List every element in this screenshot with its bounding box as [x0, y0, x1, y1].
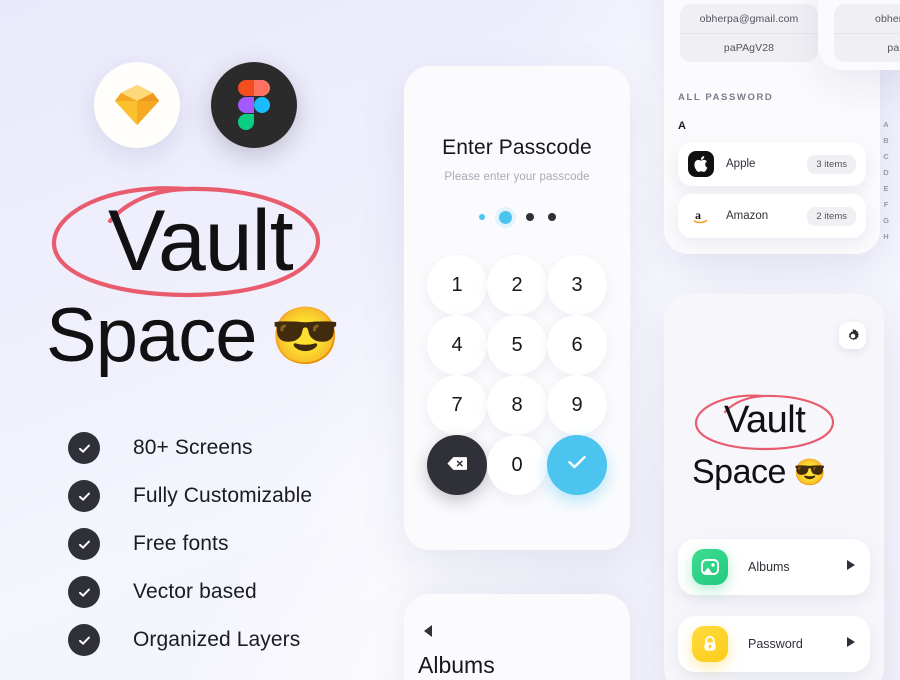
cool-face-emoji-mini: 😎 — [793, 457, 827, 487]
item-count-badge: 2 items — [807, 206, 856, 226]
alpha-index-letter[interactable]: H — [883, 232, 888, 241]
page-subtitle: Please enter your passcode — [444, 171, 590, 183]
check-icon — [566, 453, 588, 477]
keypad-key-0[interactable]: 0 — [487, 435, 547, 495]
alphabet-index[interactable]: A B C D E F G H — [878, 120, 894, 241]
password-list-screen-card-peek: obherpa@g paPAg — [818, 0, 900, 70]
alpha-section-header: A — [678, 120, 686, 132]
credential-box-peek: obherpa@g paPAg — [834, 4, 900, 62]
check-icon — [68, 576, 100, 608]
keypad-key-2[interactable]: 2 — [487, 255, 547, 315]
list-item: Free fonts — [68, 520, 312, 568]
alpha-index-letter[interactable]: F — [884, 200, 889, 209]
credential-box: obherpa@gmail.com paPAgV28 — [680, 4, 818, 62]
alpha-index-letter[interactable]: E — [883, 184, 888, 193]
passcode-dots — [404, 209, 630, 225]
credential-password-peek[interactable]: paPAg — [834, 33, 900, 62]
keypad-key-8[interactable]: 8 — [487, 375, 547, 435]
keypad-delete-button[interactable] — [427, 435, 487, 495]
lock-icon — [692, 626, 728, 662]
keypad-key-6[interactable]: 6 — [547, 315, 607, 375]
list-item: Fully Customizable — [68, 472, 312, 520]
credential-email-peek[interactable]: obherpa@g — [834, 4, 900, 33]
albums-screen-card: Albums — [404, 594, 630, 680]
brand-lockup: Vault Space 😎 — [46, 185, 386, 379]
feature-label: 80+ Screens — [133, 436, 253, 459]
passcode-dot — [547, 213, 556, 221]
list-item: Organized Layers — [68, 616, 312, 664]
passcode-screen-card: Enter Passcode Please enter your passcod… — [404, 66, 630, 550]
nav-item-password[interactable]: Password — [678, 616, 870, 672]
feature-label: Fully Customizable — [133, 484, 313, 507]
brand-line-2: Space — [46, 293, 257, 378]
keypad-key-4[interactable]: 4 — [427, 315, 487, 375]
svg-text:a: a — [695, 208, 701, 222]
list-item-label: Apple — [726, 158, 756, 170]
alpha-index-letter[interactable]: D — [883, 168, 888, 177]
cool-face-emoji: 😎 — [270, 304, 341, 367]
list-item[interactable]: Apple 3 items — [678, 142, 866, 186]
list-item-label: Amazon — [726, 210, 769, 222]
keypad-confirm-button[interactable] — [547, 435, 607, 495]
keypad-key-1[interactable]: 1 — [427, 255, 487, 315]
play-arrow-icon — [846, 558, 856, 576]
nav-item-label: Password — [748, 637, 803, 651]
check-icon — [68, 432, 100, 464]
credential-email[interactable]: obherpa@gmail.com — [680, 4, 818, 33]
alpha-index-letter[interactable]: C — [883, 152, 888, 161]
brand-line-2-mini: Space — [692, 453, 786, 491]
alpha-index-letter[interactable]: A — [883, 120, 888, 129]
passcode-dot — [525, 213, 534, 221]
sketch-logo — [94, 62, 180, 148]
check-icon — [68, 480, 100, 512]
passcode-dot — [478, 214, 485, 220]
page-title: Albums — [418, 652, 495, 678]
keypad-key-9[interactable]: 9 — [547, 375, 607, 435]
section-label: ALL PASSWORD — [678, 92, 774, 103]
brand-line-1-mini: Vault — [724, 399, 806, 441]
image-icon — [692, 549, 728, 585]
keypad-key-7[interactable]: 7 — [427, 375, 487, 435]
nav-item-albums[interactable]: Albums — [678, 539, 870, 595]
feature-list: 80+ Screens Fully Customizable Free font… — [68, 424, 312, 664]
play-arrow-icon — [846, 635, 856, 653]
brand-lockup-mini: Vault Space 😎 — [692, 394, 867, 492]
passcode-dot-active — [498, 210, 512, 224]
credential-password[interactable]: paPAgV28 — [680, 33, 818, 62]
brand-line-1: Vault — [108, 193, 294, 289]
apple-icon — [688, 151, 714, 177]
vault-home-screen-card: Vault Space 😎 Albums Password — [664, 294, 884, 680]
page-title: Enter Passcode — [442, 136, 592, 159]
keypad-key-3[interactable]: 3 — [547, 255, 607, 315]
back-arrow-icon[interactable] — [422, 624, 434, 643]
numeric-keypad: 1 2 3 4 5 6 7 8 9 0 — [427, 255, 607, 495]
gear-icon[interactable] — [839, 322, 866, 349]
nav-item-label: Albums — [748, 560, 790, 574]
alpha-index-letter[interactable]: G — [883, 216, 889, 225]
alpha-index-letter[interactable]: B — [883, 136, 888, 145]
item-count-badge: 3 items — [807, 154, 856, 174]
amazon-icon: a — [688, 203, 714, 229]
check-icon — [68, 528, 100, 560]
keypad-key-5[interactable]: 5 — [487, 315, 547, 375]
backspace-icon — [447, 454, 467, 477]
list-item: 80+ Screens — [68, 424, 312, 472]
check-icon — [68, 624, 100, 656]
feature-label: Organized Layers — [133, 628, 301, 651]
list-item[interactable]: a Amazon 2 items — [678, 194, 866, 238]
tool-logos — [94, 62, 297, 148]
list-item: Vector based — [68, 568, 312, 616]
figma-logo — [211, 62, 297, 148]
left-promo-panel: Vault Space 😎 80+ Screens Fully Customiz… — [0, 0, 400, 680]
feature-label: Free fonts — [133, 532, 229, 555]
feature-label: Vector based — [133, 580, 257, 603]
